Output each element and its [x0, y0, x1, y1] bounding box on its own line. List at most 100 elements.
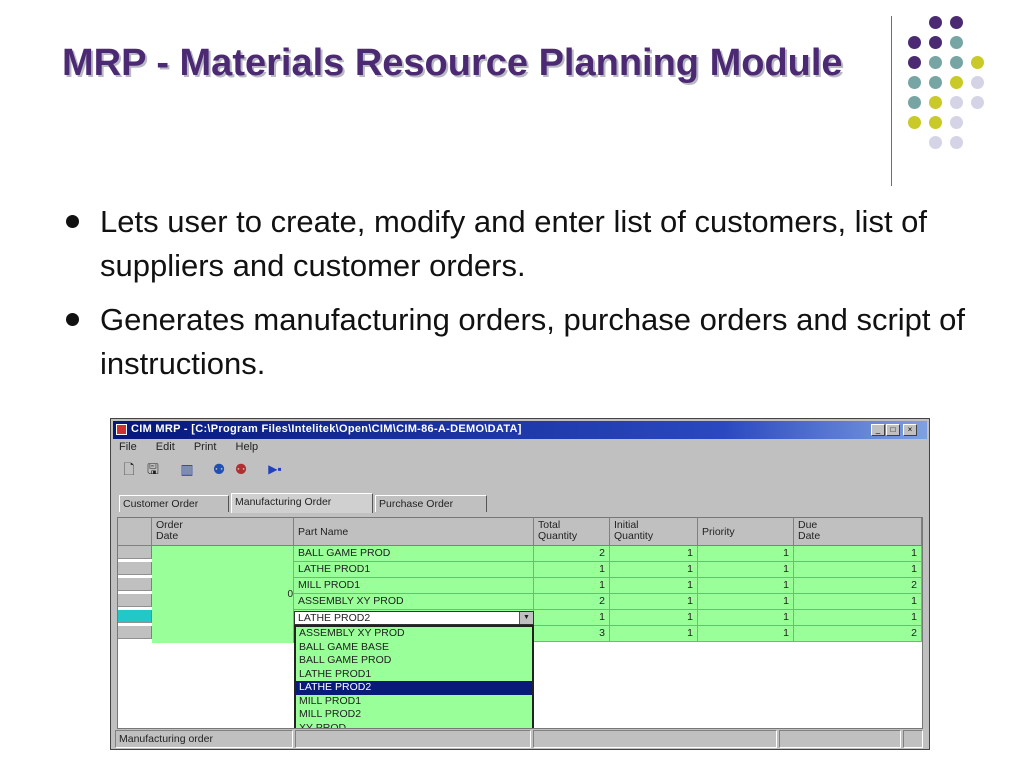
people-alt-icon[interactable]: ⚉ [231, 459, 251, 479]
decorative-dot [908, 76, 921, 89]
menu-file[interactable]: File [119, 441, 137, 453]
mrp-app-screenshot: CIM MRP - [C:\Program Files\Intelitek\Op… [110, 418, 930, 750]
cell-due[interactable]: 1 [794, 610, 922, 626]
cell-due[interactable]: 1 [794, 594, 922, 610]
bullet-item: Generates manufacturing orders, purchase… [62, 298, 982, 386]
tab-customer-order[interactable]: Customer Order [119, 495, 229, 512]
row-selector[interactable] [118, 610, 152, 623]
cell-total[interactable]: 2 [534, 594, 610, 610]
maximize-icon[interactable]: □ [886, 424, 900, 436]
menubar: File Edit Print Help [119, 441, 274, 455]
new-document-icon[interactable]: 🗋 [119, 459, 139, 479]
cell-total[interactable]: 1 [534, 578, 610, 594]
cell-total[interactable]: 2 [534, 546, 610, 562]
bullet-text: Generates manufacturing orders, purchase… [100, 302, 966, 381]
row-selector[interactable] [118, 562, 152, 575]
decorative-dot [929, 56, 942, 69]
menu-help[interactable]: Help [236, 441, 259, 453]
cell-due[interactable]: 2 [794, 578, 922, 594]
part-name-combobox[interactable]: LATHE PROD2 ▼ [294, 611, 534, 625]
decorative-dot [950, 56, 963, 69]
combobox-value: LATHE PROD2 [298, 612, 371, 624]
app-icon [116, 424, 127, 435]
dropdown-option[interactable]: BALL GAME PROD [296, 654, 532, 668]
decorative-dot [929, 96, 942, 109]
order-date-fragment: 0 [287, 589, 293, 600]
decorative-dot [929, 116, 942, 129]
menu-edit[interactable]: Edit [156, 441, 175, 453]
column-header-part-name[interactable]: Part Name [294, 518, 534, 546]
decorative-dot [908, 36, 921, 49]
part-name-dropdown-list[interactable]: ASSEMBLY XY PROD BALL GAME BASE BALL GAME … [294, 625, 534, 729]
decorative-dot-grid [896, 12, 1020, 168]
close-icon[interactable]: × [903, 424, 917, 436]
column-header-initial-quantity[interactable]: Initial Quantity [610, 518, 698, 546]
column-header-order-date[interactable]: Order Date [152, 518, 294, 546]
save-disk-icon[interactable]: 🖫 [143, 459, 163, 479]
tab-purchase-order[interactable]: Purchase Order [375, 495, 487, 512]
people-icon[interactable]: ⚉ [209, 459, 229, 479]
cell-priority[interactable]: 1 [698, 546, 794, 562]
dropdown-arrow-icon[interactable]: ▼ [519, 612, 533, 624]
decorative-dot [950, 36, 963, 49]
cell-priority[interactable]: 1 [698, 594, 794, 610]
order-date-cell[interactable]: 0 [152, 546, 294, 643]
row-selector[interactable] [118, 626, 152, 639]
dropdown-option[interactable]: MILL PROD1 [296, 695, 532, 709]
bullet-item: Lets user to create, modify and enter li… [62, 200, 982, 288]
cell-initial[interactable]: 1 [610, 610, 698, 626]
dropdown-option[interactable]: BALL GAME BASE [296, 641, 532, 655]
minimize-icon[interactable]: _ [871, 424, 885, 436]
decorative-dot [971, 56, 984, 69]
mrp-run-icon[interactable]: ▶▪ [265, 459, 285, 479]
cell-initial[interactable]: 1 [610, 626, 698, 642]
cell-initial[interactable]: 1 [610, 546, 698, 562]
cell-due[interactable]: 2 [794, 626, 922, 642]
chart-icon[interactable]: ▥ [177, 459, 197, 479]
cell-part[interactable]: MILL PROD1 [294, 578, 534, 594]
window-titlebar[interactable]: CIM MRP - [C:\Program Files\Intelitek\Op… [113, 421, 927, 439]
cell-total[interactable]: 1 [534, 610, 610, 626]
statusbar: Manufacturing order [115, 730, 925, 748]
row-header-corner [118, 518, 152, 546]
cell-priority[interactable]: 1 [698, 610, 794, 626]
dropdown-option[interactable]: ASSEMBLY XY PROD [296, 627, 532, 641]
decorative-dot [950, 76, 963, 89]
column-header-total-quantity[interactable]: Total Quantity [534, 518, 610, 546]
bullet-icon [66, 215, 79, 228]
bullet-text: Lets user to create, modify and enter li… [100, 204, 928, 283]
resize-grip-icon[interactable] [903, 730, 923, 748]
slide-title: MRP - Materials Resource Planning Module [62, 42, 843, 84]
decorative-dot [929, 36, 942, 49]
cell-initial[interactable]: 1 [610, 562, 698, 578]
dropdown-option[interactable]: LATHE PROD2 [296, 681, 532, 695]
cell-initial[interactable]: 1 [610, 578, 698, 594]
column-header-due-date[interactable]: Due Date [794, 518, 922, 546]
decorative-dot [929, 16, 942, 29]
decorative-dot [950, 16, 963, 29]
cell-total[interactable]: 1 [534, 562, 610, 578]
decorative-dot [929, 136, 942, 149]
title-divider [891, 16, 892, 186]
decorative-dot [929, 76, 942, 89]
cell-part[interactable]: ASSEMBLY XY PROD [294, 594, 534, 610]
cell-priority[interactable]: 1 [698, 626, 794, 642]
cell-total[interactable]: 3 [534, 626, 610, 642]
cell-part[interactable]: LATHE PROD1 [294, 562, 534, 578]
menu-print[interactable]: Print [194, 441, 217, 453]
cell-part[interactable]: BALL GAME PROD [294, 546, 534, 562]
tab-manufacturing-order[interactable]: Manufacturing Order [231, 493, 373, 513]
dropdown-option[interactable]: XY PROD [296, 722, 532, 729]
cell-due[interactable]: 1 [794, 546, 922, 562]
column-header-priority[interactable]: Priority [698, 518, 794, 546]
dropdown-option[interactable]: LATHE PROD1 [296, 668, 532, 682]
cell-priority[interactable]: 1 [698, 562, 794, 578]
row-selector[interactable] [118, 578, 152, 591]
cell-due[interactable]: 1 [794, 562, 922, 578]
cell-initial[interactable]: 1 [610, 594, 698, 610]
cell-priority[interactable]: 1 [698, 578, 794, 594]
row-selector[interactable] [118, 594, 152, 607]
dropdown-option[interactable]: MILL PROD2 [296, 708, 532, 722]
row-selector[interactable] [118, 546, 152, 559]
decorative-dot [950, 116, 963, 129]
